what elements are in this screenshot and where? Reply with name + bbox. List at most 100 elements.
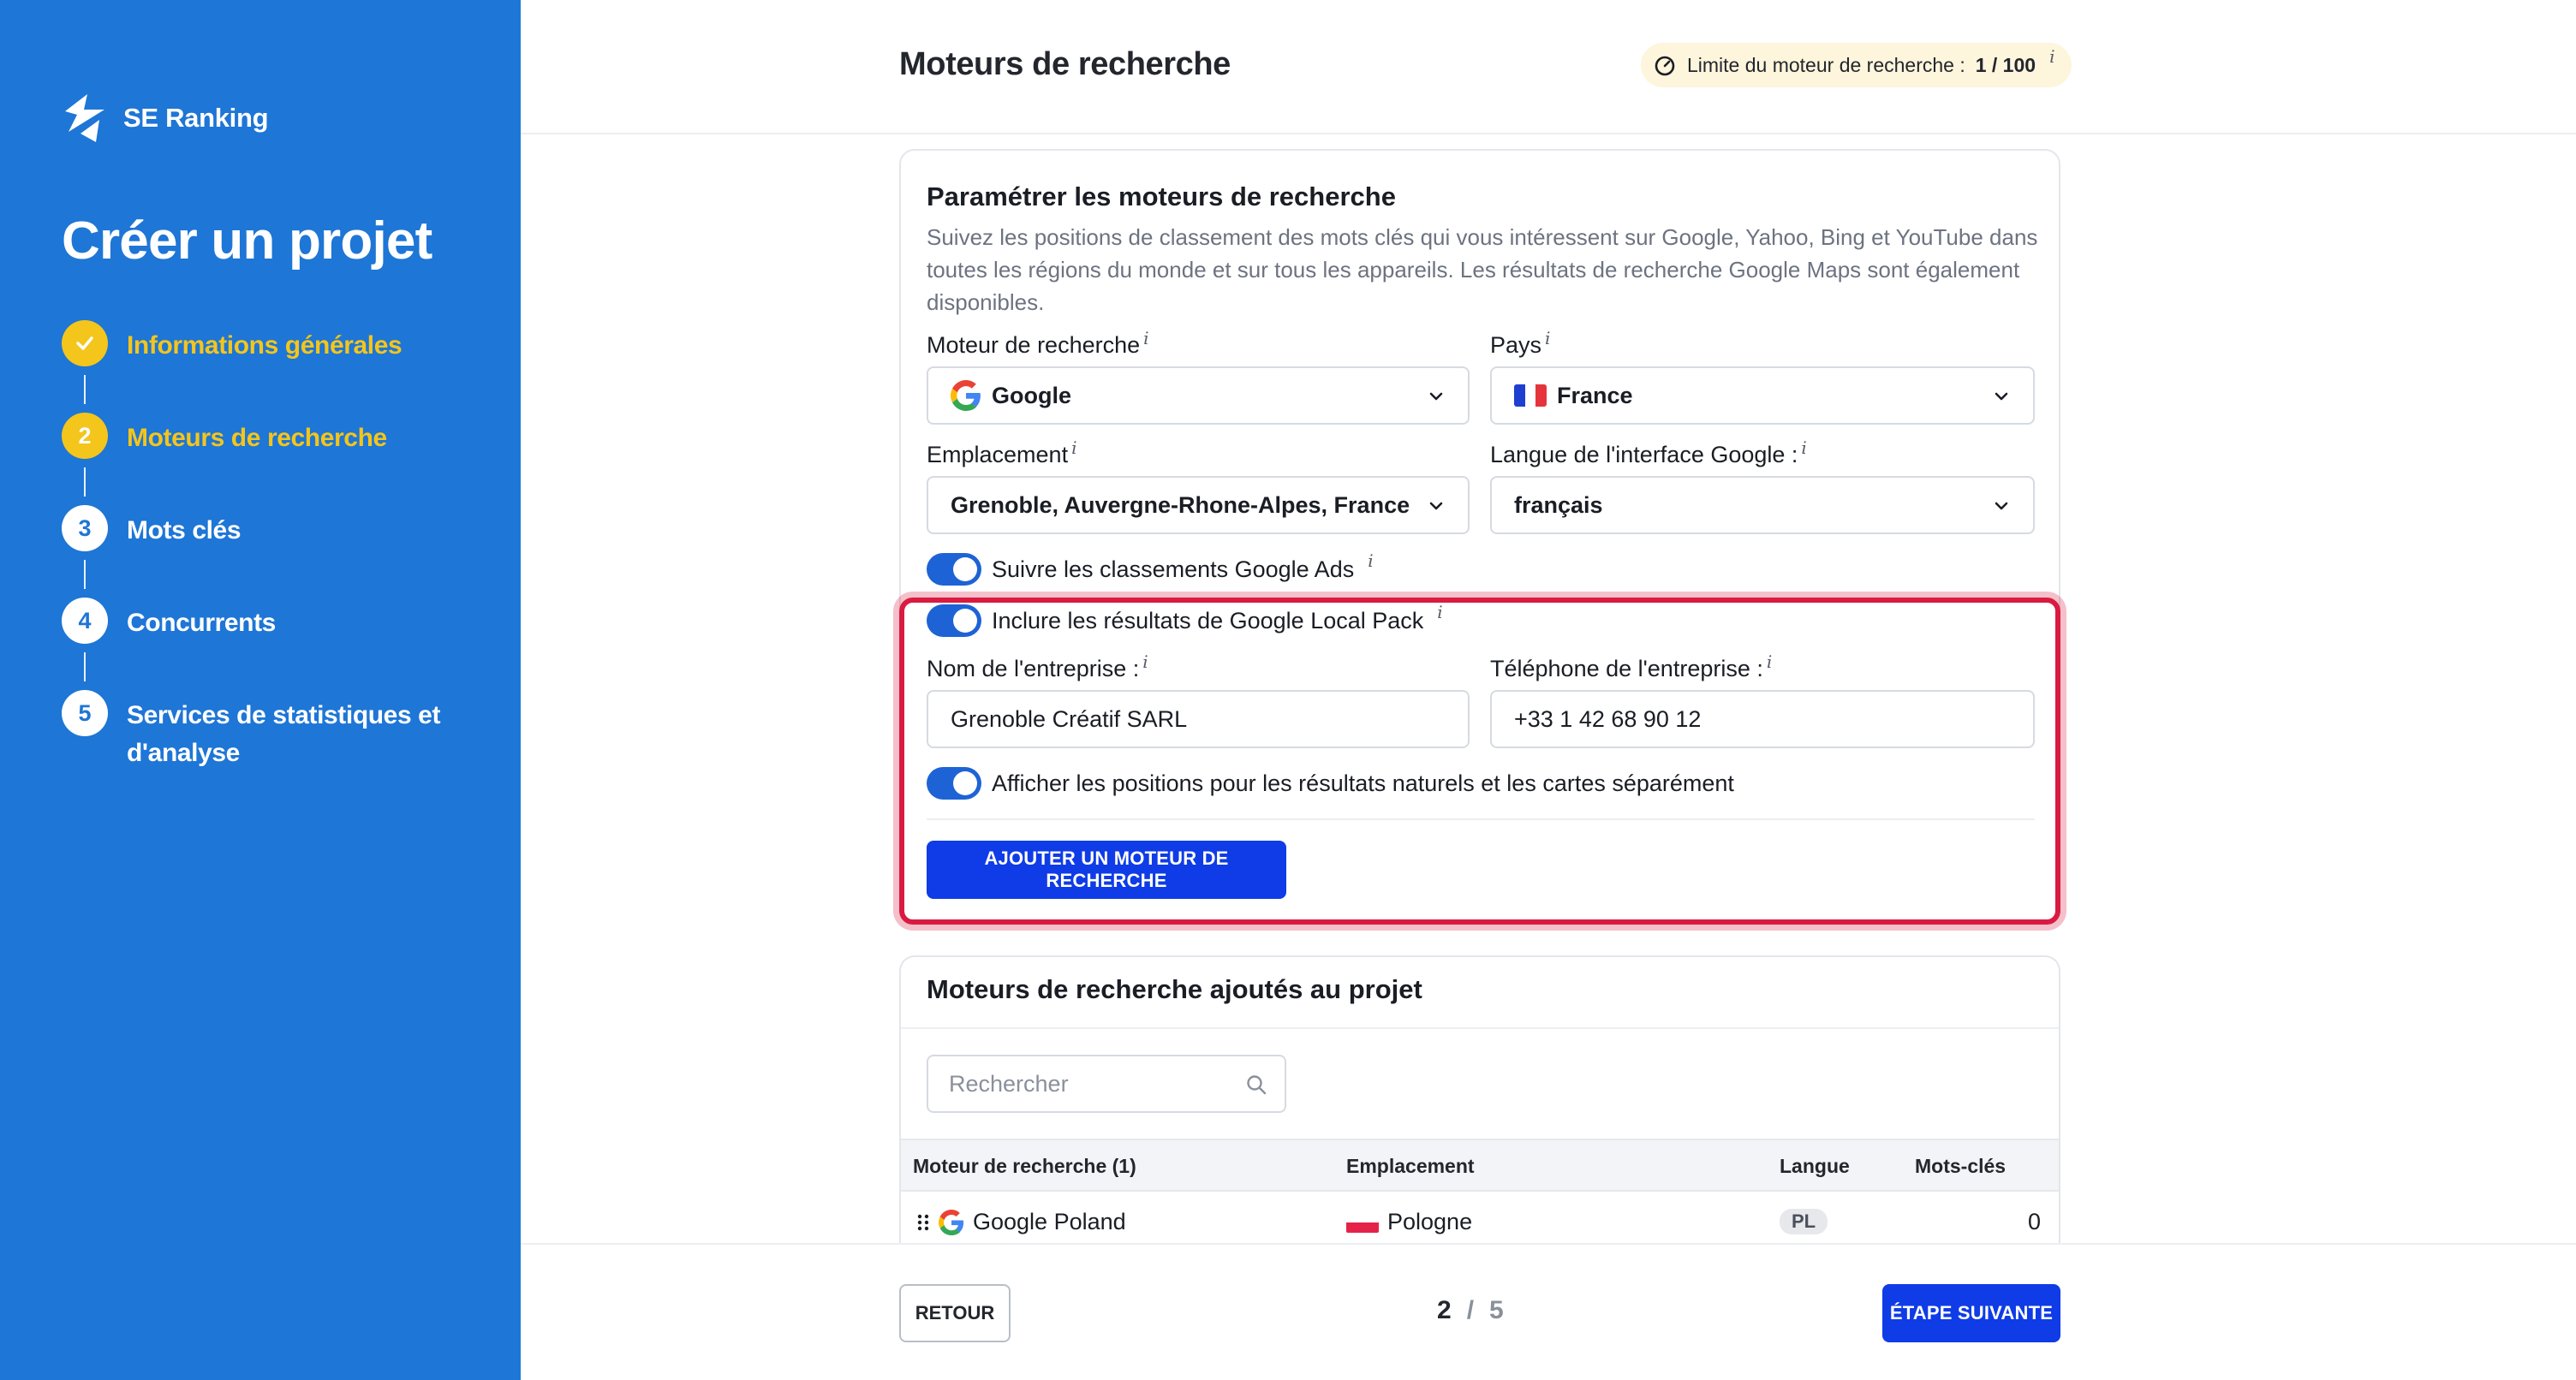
language-badge: PL bbox=[1780, 1209, 1828, 1234]
bottom-bar: RETOUR 2 / 5 ÉTAPE SUIVANTE bbox=[521, 1243, 2576, 1380]
step-pager: 2 / 5 bbox=[1437, 1296, 1504, 1325]
info-icon[interactable]: i bbox=[1767, 651, 1772, 672]
engine-select[interactable]: Google bbox=[927, 366, 1470, 425]
top-bar: Moteurs de recherche Limite du moteur de… bbox=[521, 0, 2576, 134]
local-pack-toggle-label: Inclure les résultats de Google Local Pa… bbox=[992, 607, 1424, 633]
step-label: Services de statistiques et d'analyse bbox=[127, 697, 440, 772]
google-ads-toggle-label: Suivre les classements Google Ads bbox=[992, 556, 1355, 582]
location-value: Grenoble, Auvergne-Rhone-Alpes, France bbox=[951, 491, 1410, 518]
separate-positions-toggle-label: Afficher les positions pour les résultat… bbox=[992, 770, 1734, 796]
search-placeholder: Rechercher bbox=[949, 1070, 1069, 1097]
next-step-button[interactable]: ÉTAPE SUIVANTE bbox=[1882, 1284, 2060, 1342]
step-number: 5 bbox=[62, 690, 108, 736]
engine-label: Moteur de recherche i bbox=[927, 328, 1149, 359]
chevron-down-icon bbox=[1429, 502, 1443, 510]
info-icon[interactable]: i bbox=[2049, 46, 2054, 67]
company-name-value: Grenoble Créatif SARL bbox=[951, 705, 1188, 732]
company-name-input[interactable]: Grenoble Créatif SARL bbox=[927, 690, 1470, 748]
location-label-text: Emplacement bbox=[927, 442, 1069, 467]
local-pack-toggle-row: Inclure les résultats de Google Local Pa… bbox=[927, 602, 1443, 637]
logo-text: SE Ranking bbox=[123, 103, 269, 133]
step-analytics[interactable]: 5 Services de statistiques et d'analyse bbox=[62, 690, 490, 782]
company-name-label-text: Nom de l'entreprise : bbox=[927, 656, 1140, 681]
location-cell: Pologne bbox=[1346, 1209, 1472, 1235]
info-icon[interactable]: i bbox=[1368, 550, 1373, 571]
step-connector bbox=[84, 560, 86, 589]
step-connector bbox=[84, 375, 86, 404]
company-phone-label-text: Téléphone de l'entreprise : bbox=[1490, 656, 1763, 681]
step-number: 4 bbox=[62, 598, 108, 644]
step-general-info[interactable]: Informations générales bbox=[62, 320, 490, 413]
location-label: Emplacement i bbox=[927, 437, 1076, 468]
step-keywords[interactable]: 3 Mots clés bbox=[62, 505, 490, 598]
search-icon bbox=[1247, 1075, 1267, 1095]
france-flag-icon bbox=[1514, 384, 1547, 407]
company-name-label: Nom de l'entreprise :i bbox=[927, 651, 1148, 682]
info-icon[interactable]: i bbox=[1437, 602, 1442, 622]
location-name: Pologne bbox=[1387, 1209, 1473, 1234]
step-number: 2 bbox=[62, 413, 108, 459]
limit-label: Limite du moteur de recherche : bbox=[1687, 53, 1965, 76]
local-pack-toggle[interactable] bbox=[927, 604, 981, 637]
sidebar: SE Ranking Créer un projet Informations … bbox=[0, 0, 521, 1380]
column-language[interactable]: Langue bbox=[1780, 1155, 1850, 1178]
separate-positions-toggle[interactable] bbox=[927, 767, 981, 800]
interface-language-value: français bbox=[1514, 491, 1603, 518]
settings-description: Suivez les positions de classement des m… bbox=[927, 224, 2038, 315]
engine-cell: Google Poland bbox=[916, 1209, 1126, 1235]
step-label-line1: Services de statistiques et bbox=[127, 701, 441, 729]
interface-language-label-text: Langue de l'interface Google : bbox=[1490, 442, 1798, 467]
check-icon bbox=[62, 320, 108, 366]
company-phone-label: Téléphone de l'entreprise :i bbox=[1490, 651, 1772, 682]
gauge-icon bbox=[1655, 56, 1675, 76]
pager-separator: / bbox=[1466, 1296, 1475, 1324]
step-number: 3 bbox=[62, 505, 108, 551]
step-connector bbox=[84, 467, 86, 497]
info-icon[interactable]: i bbox=[1071, 437, 1076, 458]
step-label-line2: d'analyse bbox=[127, 739, 240, 767]
engine-name: Google Poland bbox=[973, 1209, 1126, 1234]
engine-label-text: Moteur de recherche bbox=[927, 332, 1141, 358]
google-ads-toggle[interactable] bbox=[927, 553, 981, 586]
chevron-down-icon bbox=[1995, 502, 2008, 510]
added-card-header: Moteurs de recherche ajoutés au projet bbox=[901, 957, 2059, 1029]
location-select[interactable]: Grenoble, Auvergne-Rhone-Alpes, France bbox=[927, 476, 1470, 534]
sidebar-title: Créer un projet bbox=[62, 211, 432, 271]
country-value: France bbox=[1557, 382, 1633, 408]
keywords-cell: 0 bbox=[2028, 1209, 2042, 1234]
company-phone-input[interactable]: +33 1 42 68 90 12 bbox=[1490, 690, 2035, 748]
step-label: Mots clés bbox=[127, 516, 242, 544]
add-search-engine-button[interactable]: AJOUTER UN MOTEUR DE RECHERCHE bbox=[927, 841, 1286, 899]
search-input[interactable]: Rechercher bbox=[927, 1055, 1286, 1113]
info-icon[interactable]: i bbox=[1801, 437, 1806, 458]
step-search-engines[interactable]: 2 Moteurs de recherche bbox=[62, 413, 490, 505]
interface-language-select[interactable]: français bbox=[1490, 476, 2035, 534]
logo[interactable]: SE Ranking bbox=[62, 92, 269, 144]
step-label: Moteurs de recherche bbox=[127, 424, 387, 452]
pager-total: 5 bbox=[1489, 1296, 1504, 1324]
column-location[interactable]: Emplacement bbox=[1346, 1155, 1475, 1178]
page-title: Moteurs de recherche bbox=[899, 46, 1231, 82]
table-row[interactable]: Google Poland Pologne PL 0 bbox=[901, 1192, 2059, 1246]
step-connector bbox=[84, 652, 86, 681]
drag-handle-icon[interactable] bbox=[916, 1212, 930, 1233]
added-card-title: Moteurs de recherche ajoutés au projet bbox=[927, 974, 1422, 1004]
country-select[interactable]: France bbox=[1490, 366, 2035, 425]
poland-flag-icon bbox=[1346, 1211, 1379, 1233]
info-icon[interactable]: i bbox=[1545, 328, 1550, 348]
search-engine-limit-badge: Limite du moteur de recherche : 1 / 100 … bbox=[1641, 43, 2072, 87]
interface-language-label: Langue de l'interface Google :i bbox=[1490, 437, 1807, 468]
chevron-down-icon bbox=[1429, 392, 1443, 401]
back-button[interactable]: RETOUR bbox=[899, 1284, 1011, 1342]
column-keywords[interactable]: Mots-clés bbox=[1915, 1155, 2006, 1178]
google-icon bbox=[939, 1209, 964, 1235]
se-ranking-logo-icon bbox=[65, 94, 104, 142]
main-content: Moteurs de recherche Limite du moteur de… bbox=[521, 0, 2576, 1380]
step-competitors[interactable]: 4 Concurrents bbox=[62, 598, 490, 690]
step-label: Concurrents bbox=[127, 609, 276, 637]
language-cell: PL bbox=[1780, 1209, 1828, 1234]
info-icon[interactable]: i bbox=[1143, 328, 1148, 348]
google-icon bbox=[951, 380, 981, 411]
column-engine[interactable]: Moteur de recherche (1) bbox=[913, 1155, 1136, 1178]
info-icon[interactable]: i bbox=[1142, 651, 1148, 672]
